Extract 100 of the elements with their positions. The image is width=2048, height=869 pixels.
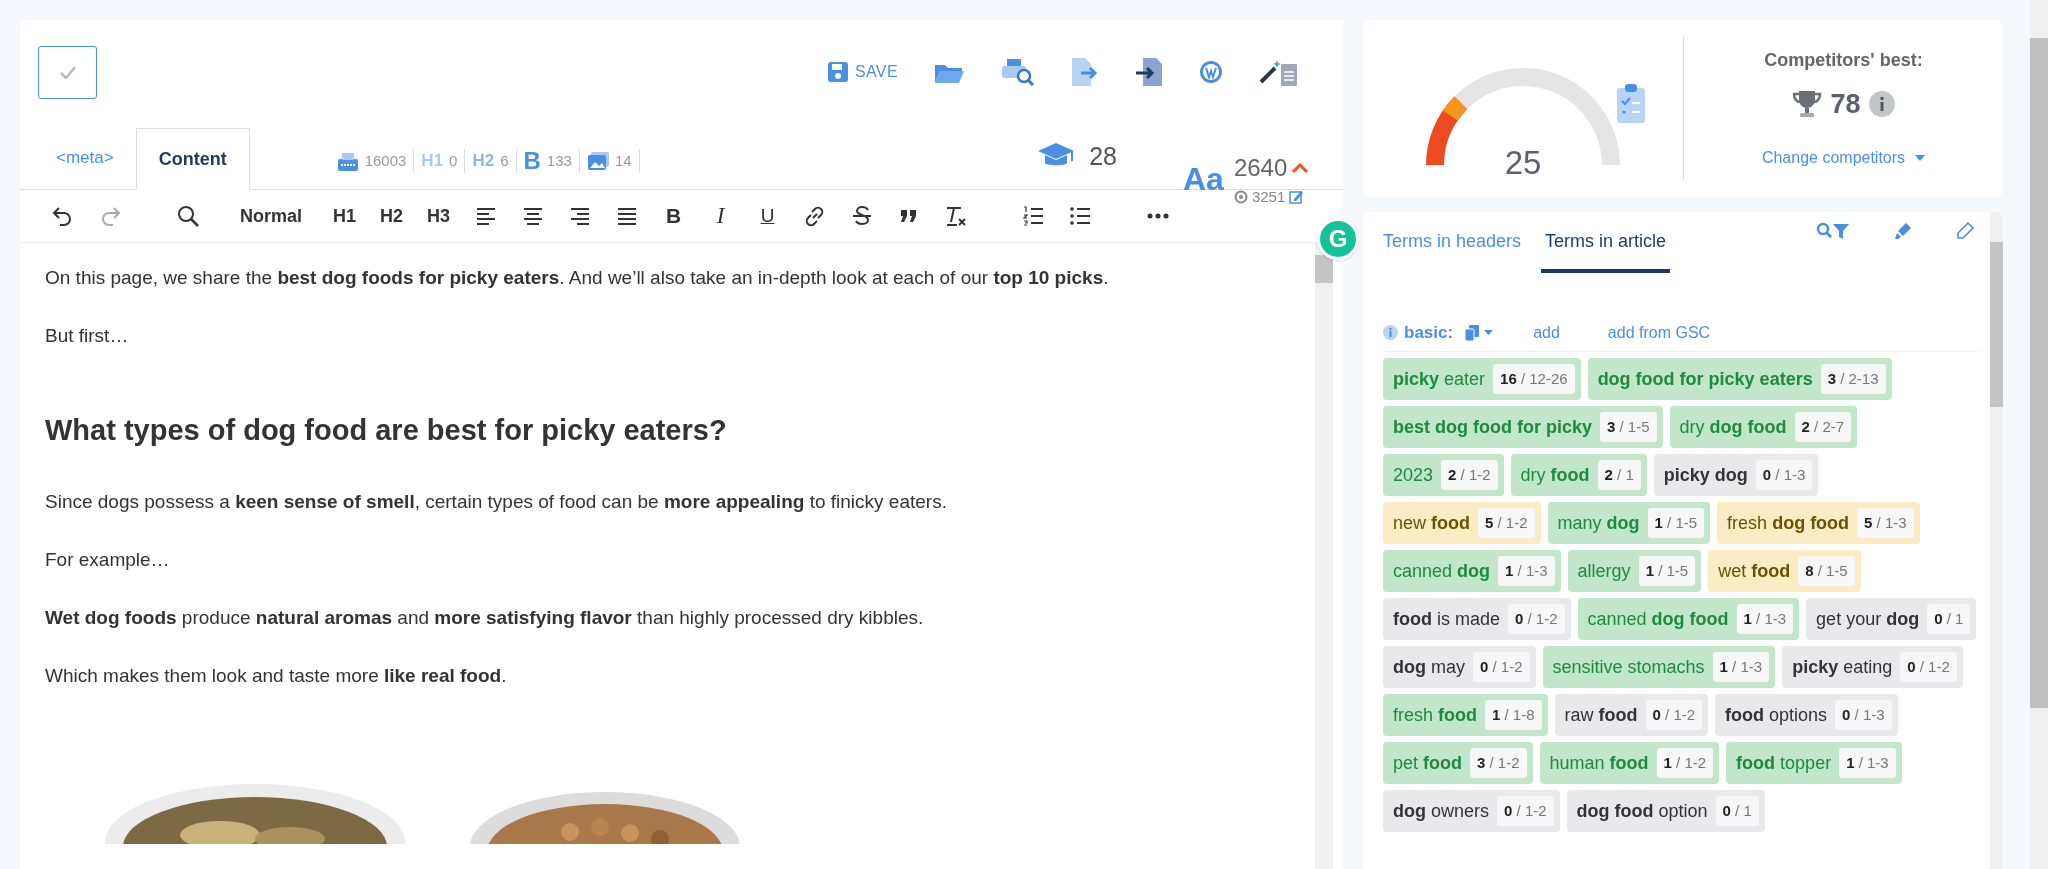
format-button[interactable]: H2: [368, 196, 415, 236]
term-label: sensitive stomachs: [1552, 655, 1705, 679]
term-label: food topper: [1736, 751, 1832, 775]
competitors-score: 78: [1830, 87, 1861, 121]
format-button[interactable]: B: [650, 196, 697, 236]
term-tag[interactable]: food is made 0 / 1-2: [1383, 598, 1571, 640]
align-center-icon: [522, 206, 543, 226]
print-preview-icon[interactable]: [1001, 58, 1035, 86]
term-tag[interactable]: dry food 2 / 1: [1510, 454, 1647, 496]
term-tag[interactable]: sensitive stomachs 1 / 1-3: [1542, 646, 1776, 688]
term-count: 2 / 1: [1597, 460, 1641, 490]
term-tag[interactable]: allergy 1 / 1-5: [1567, 550, 1702, 592]
format-button[interactable]: I: [697, 196, 744, 236]
term-tag[interactable]: picky eater 16 / 12-26: [1383, 358, 1581, 400]
import-icon[interactable]: [1135, 57, 1163, 87]
format-button[interactable]: U: [744, 196, 791, 236]
format-button[interactable]: H1: [321, 196, 368, 236]
term-tag[interactable]: canned dog food 1 / 1-3: [1577, 598, 1800, 640]
page-scrollbar[interactable]: [2030, 0, 2048, 869]
search-filter-icon[interactable]: [1816, 222, 1850, 240]
term-tag[interactable]: 2023 2 / 1-2: [1383, 454, 1504, 496]
editor-tab[interactable]: Content: [135, 128, 250, 190]
term-label: raw food: [1564, 703, 1638, 727]
format-button[interactable]: H3: [415, 196, 462, 236]
caret-down-icon: [1915, 155, 1926, 162]
term-count: 0 / 1-2: [1900, 652, 1957, 682]
stat-label: H1: [421, 150, 444, 173]
paragraph: Which makes them look and taste more like real food.: [45, 663, 508, 688]
check-button[interactable]: [38, 45, 97, 99]
info-icon: [1868, 91, 1895, 117]
term-count: 16 / 12-26: [1493, 364, 1575, 394]
term-tag[interactable]: dog may 0 / 1-2: [1383, 646, 1536, 688]
search-icon: [176, 205, 199, 227]
term-tag[interactable]: canned dog 1 / 1-3: [1383, 550, 1561, 592]
info-icon: [1383, 325, 1398, 340]
term-tag[interactable]: raw food 0 / 1-2: [1554, 694, 1709, 736]
term-tag[interactable]: picky eating 0 / 1-2: [1782, 646, 1963, 688]
copy-dropdown[interactable]: [1465, 324, 1494, 341]
term-tag[interactable]: picky dog 0 / 1-3: [1653, 454, 1819, 496]
term-label: dog owners: [1393, 799, 1490, 823]
term-tag[interactable]: fresh dog food 5 / 1-3: [1717, 502, 1920, 544]
term-count: 1 / 1-3: [1498, 556, 1555, 586]
term-count: 3 / 1-2: [1470, 748, 1527, 778]
term-label: canned dog food: [1587, 607, 1729, 631]
check-icon: [59, 65, 76, 79]
term-label: dry dog food: [1679, 415, 1787, 439]
numbered-list-icon: [1021, 205, 1044, 227]
term-tag[interactable]: get your dog 0 / 1: [1806, 598, 1977, 640]
term-label: food options: [1725, 703, 1828, 727]
paragraph: On this page, we share the best dog foods for picky eaters. And we’ll also take an in-depth look at each of our top 10 picks.: [45, 266, 1110, 290]
term-tag[interactable]: dog food option 0 / 1: [1566, 790, 1765, 832]
stat-label: H2: [472, 150, 495, 173]
terms-scrollbar[interactable]: [1990, 212, 2003, 869]
stat-value: 14: [614, 150, 632, 171]
paragraph: For example…: [45, 547, 171, 572]
term-count: 5 / 1-3: [1857, 508, 1914, 538]
term-group-label: basic:: [1404, 321, 1454, 344]
term-label: 2023: [1393, 463, 1434, 487]
term-count: 0 / 1-2: [1473, 652, 1530, 682]
stat-value: 6: [500, 150, 509, 171]
term-label: human food: [1549, 751, 1649, 775]
pen-icon[interactable]: [1956, 222, 1974, 240]
score-value: 25: [1504, 143, 1542, 183]
term-tag[interactable]: dry dog food 2 / 2-7: [1669, 406, 1858, 448]
term-tag[interactable]: dog food for picky eaters 3 / 2-13: [1587, 358, 1892, 400]
term-tag[interactable]: food options 0 / 1-3: [1715, 694, 1898, 736]
term-count: 8 / 1-5: [1798, 556, 1855, 586]
term-tag[interactable]: dog owners 0 / 1-2: [1383, 790, 1560, 832]
term-tag[interactable]: many dog 1 / 1-5: [1547, 502, 1711, 544]
link-icon: [803, 205, 826, 227]
paragraph: Wet dog foods produce natural aromas and more satisfying flavor than highly processed dry kibbles.: [45, 605, 925, 630]
term-tag[interactable]: wet food 8 / 1-5: [1708, 550, 1861, 592]
term-count: 3 / 2-13: [1820, 364, 1886, 394]
term-label: get your dog: [1816, 607, 1920, 631]
term-tag[interactable]: best dog food for picky 3 / 1-5: [1383, 406, 1663, 448]
highlighter-icon[interactable]: [1894, 222, 1912, 240]
term-label: fresh food: [1393, 703, 1477, 727]
term-count: 1 / 1-2: [1656, 748, 1714, 778]
term-tag[interactable]: new food 5 / 1-2: [1383, 502, 1541, 544]
term-tag[interactable]: food topper 1 / 1-3: [1726, 742, 1902, 784]
edit-icon: [1289, 190, 1304, 205]
term-tag[interactable]: fresh food 1 / 1-8: [1383, 694, 1548, 736]
word-target: 3251: [1251, 187, 1286, 207]
word-count-label: Aa: [1183, 160, 1224, 200]
copy-icon: [1465, 324, 1480, 341]
term-tag[interactable]: human food 1 / 1-2: [1539, 742, 1720, 784]
term-count: 1 / 1-3: [1839, 748, 1896, 778]
term-count: 5 / 1-2: [1478, 508, 1535, 538]
export-icon[interactable]: [1071, 57, 1099, 87]
magic-document-icon[interactable]: [1259, 58, 1297, 86]
clear-format-icon: [944, 205, 967, 227]
format-button[interactable]: Normal: [221, 196, 321, 236]
typewriter-icon: [336, 151, 359, 171]
quote-icon: [898, 207, 919, 225]
terms-tab[interactable]: Terms in article: [1541, 228, 1671, 273]
term-count: 3 / 1-5: [1600, 412, 1657, 442]
term-label: best dog food for picky: [1393, 415, 1592, 439]
term-tag[interactable]: pet food 3 / 1-2: [1383, 742, 1533, 784]
term-count: 0 / 1: [1927, 604, 1971, 634]
term-count: 0 / 1-3: [1755, 460, 1813, 490]
